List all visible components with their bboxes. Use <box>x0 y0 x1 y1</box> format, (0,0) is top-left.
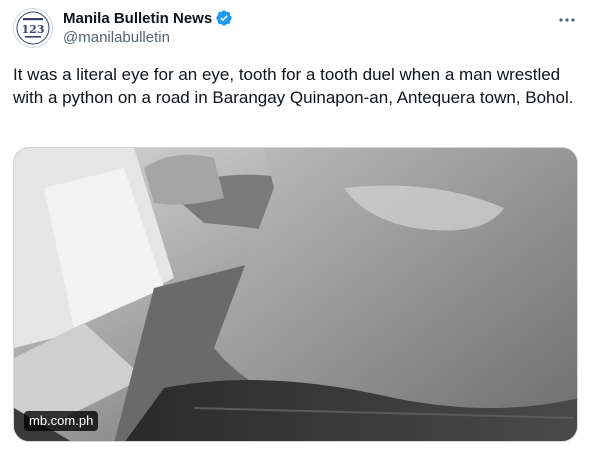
tweet-header: Manila Bulletin News @manilabulletin <box>63 8 551 46</box>
manila-bulletin-logo-icon: 123 <box>16 11 50 45</box>
more-options-button[interactable] <box>557 10 577 30</box>
tweet-photo[interactable]: mb.com.ph <box>13 147 578 442</box>
tweet-text: It was a literal eye for an eye, tooth f… <box>13 65 574 107</box>
more-dots-icon <box>559 18 575 22</box>
name-row: Manila Bulletin News <box>63 8 551 28</box>
author-name[interactable]: Manila Bulletin News <box>63 10 212 27</box>
photo-image <box>14 148 577 441</box>
verified-badge-icon <box>215 9 233 27</box>
tweet-card: 123 Manila Bulletin News @manilabulletin… <box>0 0 591 454</box>
author-handle[interactable]: @manilabulletin <box>63 29 551 46</box>
avatar[interactable]: 123 <box>13 8 53 48</box>
source-label: mb.com.ph <box>24 411 99 431</box>
svg-text:123: 123 <box>22 23 45 36</box>
